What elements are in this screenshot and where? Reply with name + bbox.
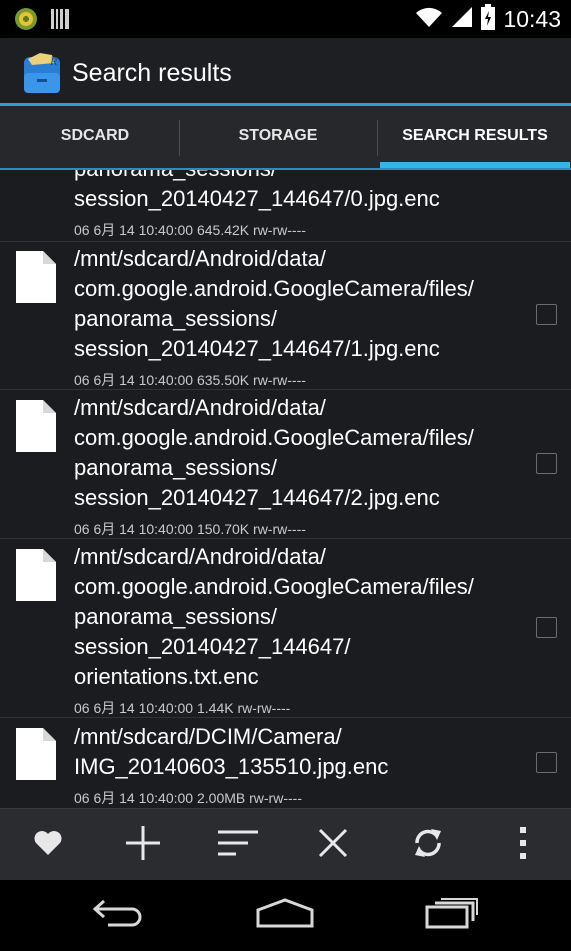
file-icon: [16, 728, 56, 785]
overflow-menu-icon: [519, 826, 527, 864]
navigation-bar: [0, 880, 571, 951]
sort-button[interactable]: [190, 809, 285, 881]
list-item[interactable]: /mnt/sdcard/Android/data/ com.google.and…: [0, 390, 571, 539]
tab-label: SEARCH RESULTS: [402, 127, 548, 144]
wifi-icon: [415, 5, 443, 34]
app-notification-icon: [14, 7, 38, 36]
file-meta: 06 6月 14 10:40:00 645.42K rw-rw----: [74, 222, 306, 238]
tab-storage[interactable]: STORAGE: [183, 106, 373, 170]
file-icon: [16, 549, 56, 606]
file-meta: 06 6月 14 10:40:00 2.00MB rw-rw----: [74, 790, 302, 806]
file-meta: 06 6月 14 10:40:00 150.70K rw-rw----: [74, 521, 306, 537]
tab-divider: [179, 120, 180, 156]
file-path: panorama_sessions/ session_20140427_1446…: [74, 170, 440, 211]
file-icon: [16, 251, 56, 308]
file-path: /mnt/sdcard/Android/data/ com.google.and…: [74, 544, 474, 689]
sort-icon: [217, 829, 258, 862]
close-x-icon: [318, 828, 348, 863]
tab-search-results[interactable]: SEARCH RESULTS: [380, 106, 570, 170]
recents-button[interactable]: [402, 880, 502, 951]
tab-label: STORAGE: [238, 127, 318, 144]
tab-sdcard[interactable]: SDCARD: [0, 106, 190, 170]
favorite-button[interactable]: [0, 809, 95, 881]
refresh-icon: [411, 825, 445, 866]
battery-icon: [481, 4, 496, 35]
page-title: Search results: [72, 59, 232, 87]
status-clock: 10:43: [503, 6, 561, 32]
list-item[interactable]: /mnt/sdcard/DCIM/Camera/ IMG_20140603_13…: [0, 718, 571, 808]
file-path: /mnt/sdcard/Android/data/ com.google.and…: [74, 246, 474, 361]
signal-icon: [451, 5, 473, 34]
overflow-menu-button[interactable]: [475, 809, 570, 881]
add-button[interactable]: [95, 809, 190, 881]
select-checkbox[interactable]: [536, 752, 557, 773]
file-meta: 06 6月 14 10:40:00 635.50K rw-rw----: [74, 372, 306, 388]
recents-icon: [425, 897, 479, 934]
search-results-list[interactable]: panorama_sessions/ session_20140427_1446…: [0, 170, 571, 808]
file-path: /mnt/sdcard/Android/data/ com.google.and…: [74, 395, 474, 510]
select-checkbox[interactable]: [536, 617, 557, 638]
select-checkbox[interactable]: [536, 453, 557, 474]
back-icon: [92, 898, 144, 933]
home-button[interactable]: [235, 880, 335, 951]
home-icon: [256, 898, 314, 933]
action-bar: R Search results: [0, 38, 571, 106]
select-checkbox[interactable]: [536, 304, 557, 325]
refresh-button[interactable]: [380, 809, 475, 881]
list-item[interactable]: /mnt/sdcard/Android/data/ com.google.and…: [0, 539, 571, 718]
tab-divider: [377, 120, 378, 156]
barcode-icon: [50, 8, 70, 35]
file-path: /mnt/sdcard/DCIM/Camera/ IMG_20140603_13…: [74, 724, 389, 779]
tab-label: SDCARD: [60, 127, 130, 144]
file-icon: [16, 400, 56, 457]
file-manager-app-icon[interactable]: R: [22, 51, 62, 100]
file-meta: 06 6月 14 10:40:00 1.44K rw-rw----: [74, 700, 291, 716]
bottom-toolbar: [0, 808, 571, 881]
back-button[interactable]: [68, 880, 168, 951]
tab-bar: SDCARD STORAGE SEARCH RESULTS: [0, 106, 571, 170]
add-plus-icon: [125, 825, 161, 866]
close-button[interactable]: [285, 809, 380, 881]
svg-text:R: R: [49, 54, 58, 68]
favorite-heart-icon: [34, 830, 62, 861]
list-item[interactable]: /mnt/sdcard/Android/data/ com.google.and…: [0, 241, 571, 390]
status-bar: 10:43: [0, 0, 571, 38]
list-item[interactable]: panorama_sessions/ session_20140427_1446…: [0, 170, 571, 242]
